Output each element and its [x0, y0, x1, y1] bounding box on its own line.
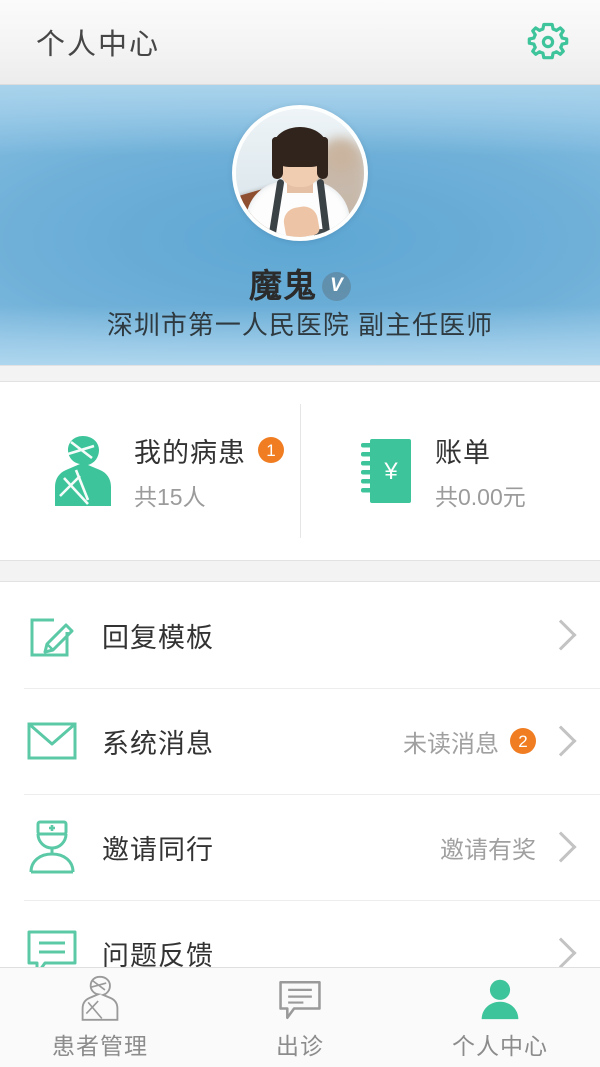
verified-badge-icon: V [322, 272, 351, 301]
bill-book-icon: ¥ [361, 437, 413, 505]
patient-icon [54, 434, 112, 508]
list-item-label: 系统消息 [102, 722, 403, 761]
tab-label: 患者管理 [52, 1027, 148, 1061]
chevron-right-icon [545, 619, 576, 650]
tab-label: 出诊 [276, 1027, 324, 1061]
bottom-tab-bar: 患者管理 出诊 个人中心 [0, 967, 600, 1067]
avatar[interactable] [232, 105, 368, 241]
row-icon-wrap [24, 820, 80, 874]
patient-outline-icon [78, 975, 122, 1021]
tab-icon-wrap [78, 975, 122, 1021]
chevron-right-icon [545, 831, 576, 862]
settings-button[interactable] [522, 16, 574, 68]
tab-icon-wrap [478, 975, 522, 1021]
unread-badge: 2 [510, 728, 536, 754]
stat-bills[interactable]: ¥ 账单 共0.00元 [293, 382, 600, 560]
profile-subtitle: 深圳市第一人民医院 副主任医师 [0, 305, 600, 342]
stat-subtitle: 共0.00元 [435, 478, 526, 512]
section-gap-top [0, 365, 600, 382]
row-icon-wrap [24, 610, 80, 660]
tab-label: 个人中心 [452, 1027, 548, 1061]
settings-list: 回复模板 系统消息 未读消息 2 [0, 582, 600, 1006]
profile-hero: 魔鬼 V 深圳市第一人民医院 副主任医师 [0, 85, 600, 365]
stat-badge: 1 [258, 437, 284, 463]
tab-consultation[interactable]: 出诊 [200, 968, 400, 1067]
person-filled-icon [478, 977, 522, 1021]
list-item-system-messages[interactable]: 系统消息 未读消息 2 [0, 688, 600, 794]
edit-template-icon [27, 610, 77, 660]
stat-subtitle: 共15人 [134, 478, 284, 512]
stat-my-patients[interactable]: 我的病患 1 共15人 [0, 382, 293, 560]
envelope-icon [26, 719, 78, 763]
tab-icon-wrap [278, 975, 322, 1021]
row-icon-wrap [24, 719, 80, 763]
list-item-extra: 未读消息 2 [403, 724, 536, 759]
svg-text:¥: ¥ [383, 458, 398, 485]
unread-text: 未读消息 [403, 724, 499, 759]
section-gap-middle [0, 560, 600, 582]
doctor-avatar-photo [236, 109, 364, 237]
page-title: 个人中心 [36, 21, 160, 63]
list-item-label: 邀请同行 [102, 828, 440, 867]
personal-center-screen: 个人中心 [0, 0, 600, 1067]
list-item-extra: 邀请有奖 [440, 830, 536, 865]
tab-patient-management[interactable]: 患者管理 [0, 968, 200, 1067]
list-item-invite-colleague[interactable]: 邀请同行 邀请有奖 [0, 794, 600, 900]
chat-outline-icon [278, 979, 322, 1021]
profile-name-row: 魔鬼 V [0, 259, 600, 307]
tab-personal-center[interactable]: 个人中心 [400, 968, 600, 1067]
nurse-icon [28, 820, 76, 874]
gear-icon [526, 20, 570, 64]
stats-divider [300, 404, 301, 538]
stat-title: 账单 [435, 431, 491, 470]
list-item-label: 回复模板 [102, 616, 550, 655]
chevron-right-icon [545, 937, 576, 968]
top-app-bar: 个人中心 [0, 0, 600, 85]
chevron-right-icon [545, 725, 576, 756]
stats-card: 我的病患 1 共15人 ¥ [0, 382, 600, 560]
list-item-reply-template[interactable]: 回复模板 [0, 582, 600, 688]
profile-name: 魔鬼 [249, 259, 317, 307]
stat-title: 我的病患 [134, 431, 246, 470]
